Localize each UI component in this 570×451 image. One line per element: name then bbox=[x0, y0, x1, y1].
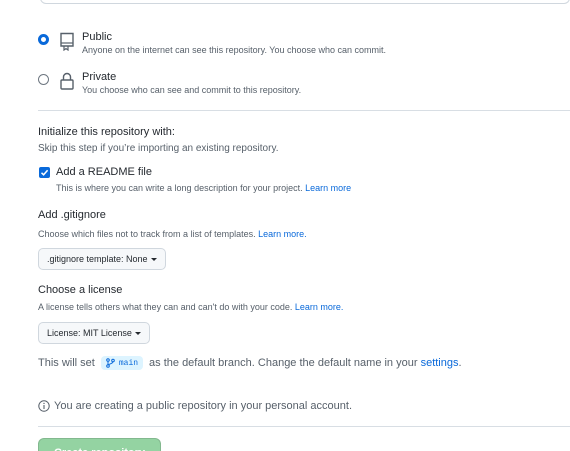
account-info-text: You are creating a public repository in … bbox=[54, 400, 352, 412]
branch-note-prefix: This will set bbox=[38, 357, 95, 369]
section-divider bbox=[38, 426, 570, 427]
initialize-title: Initialize this repository with: bbox=[38, 126, 175, 138]
section-divider bbox=[38, 110, 570, 111]
caret-down-icon bbox=[134, 332, 141, 336]
license-description-text: A license tells others what they can and… bbox=[38, 302, 293, 312]
license-select[interactable]: License: MIT License bbox=[38, 322, 150, 344]
new-repository-form: Public Anyone on the internet can see th… bbox=[0, 0, 570, 451]
lock-icon bbox=[58, 71, 76, 91]
public-description: Anyone on the internet can see this repo… bbox=[82, 45, 387, 55]
gitignore-template-select[interactable]: .gitignore template: None bbox=[38, 248, 166, 270]
private-title: Private bbox=[82, 71, 117, 83]
gitignore-description: Choose which files not to track from a l… bbox=[38, 229, 307, 239]
settings-link[interactable]: settings bbox=[421, 357, 459, 369]
public-title: Public bbox=[82, 31, 112, 43]
readme-label[interactable]: Add a README file bbox=[56, 166, 152, 178]
readme-learn-more-link[interactable]: Learn more bbox=[305, 183, 351, 193]
gitignore-learn-more-link[interactable]: Learn more. bbox=[258, 229, 307, 239]
gitignore-title: Add .gitignore bbox=[38, 209, 106, 221]
branch-note-suffix: . bbox=[458, 357, 462, 369]
private-radio[interactable] bbox=[38, 74, 49, 85]
caret-down-icon bbox=[150, 258, 157, 262]
info-icon bbox=[38, 400, 50, 412]
repo-icon bbox=[58, 31, 76, 52]
branch-note-middle: as the default branch. Change the defaul… bbox=[149, 357, 418, 369]
git-branch-icon bbox=[106, 358, 115, 368]
initialize-description: Skip this step if you’re importing an ex… bbox=[38, 143, 279, 154]
license-select-label: License: MIT License bbox=[47, 328, 132, 338]
branch-name-badge: main bbox=[100, 356, 144, 370]
license-title: Choose a license bbox=[38, 284, 123, 296]
readme-description-text: This is where you can write a long descr… bbox=[56, 183, 303, 193]
branch-name: main bbox=[118, 358, 139, 368]
gitignore-description-text: Choose which files not to track from a l… bbox=[38, 229, 256, 239]
public-radio[interactable] bbox=[38, 34, 49, 45]
license-learn-more-link[interactable]: Learn more. bbox=[295, 302, 344, 312]
gitignore-select-label: .gitignore template: None bbox=[47, 254, 148, 264]
license-description: A license tells others what they can and… bbox=[38, 302, 343, 312]
private-description: You choose who can see and commit to thi… bbox=[82, 85, 302, 95]
readme-description: This is where you can write a long descr… bbox=[56, 183, 351, 193]
previous-field-edge bbox=[40, 0, 570, 4]
account-info-note: You are creating a public repository in … bbox=[38, 400, 352, 412]
readme-checkbox[interactable] bbox=[39, 167, 50, 178]
create-repository-button[interactable]: Create repository bbox=[38, 438, 161, 451]
default-branch-note: This will set main as the default branch… bbox=[38, 356, 462, 370]
